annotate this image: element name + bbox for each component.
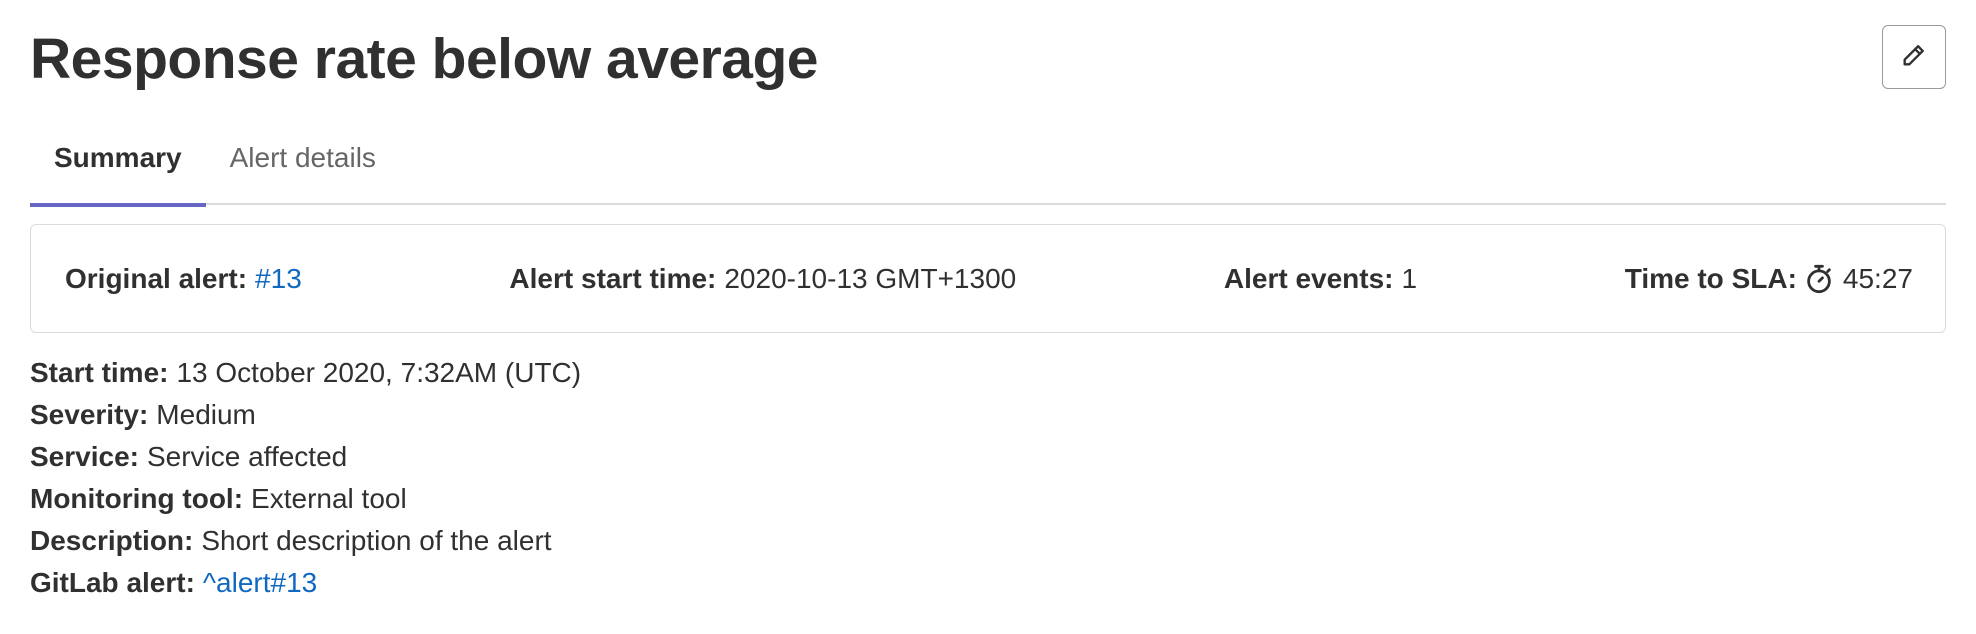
original-alert-link[interactable]: #13 [255, 263, 302, 295]
gitlab-alert-link[interactable]: ^alert#13 [203, 567, 317, 598]
detail-row-monitoring-tool: Monitoring tool: External tool [30, 478, 581, 520]
detail-value: External tool [251, 483, 407, 514]
alert-summary-bar: Original alert: #13 Alert start time: 20… [30, 224, 1946, 333]
detail-label: Severity: [30, 399, 149, 430]
tab-summary[interactable]: Summary [30, 128, 206, 207]
alert-start-time-item: Alert start time: 2020-10-13 GMT+1300 [509, 263, 1016, 295]
detail-label: Monitoring tool: [30, 483, 244, 514]
detail-row-severity: Severity: Medium [30, 394, 581, 436]
alert-start-time-label: Alert start time: [509, 262, 717, 294]
tab-alert-details[interactable]: Alert details [206, 128, 400, 205]
alert-events-item: Alert events: 1 [1224, 263, 1417, 295]
detail-label: Start time: [30, 357, 169, 388]
incident-page: Response rate below average Summary Aler… [0, 0, 1976, 634]
detail-label: Description: [30, 525, 194, 556]
time-to-sla-item: Time to SLA: 45:27 [1625, 263, 1913, 295]
detail-row-service: Service: Service affected [30, 436, 581, 478]
timer-icon [1805, 264, 1833, 294]
detail-row-description: Description: Short description of the ale… [30, 520, 581, 562]
detail-value: Medium [156, 399, 256, 430]
original-alert-label: Original alert: [65, 262, 248, 294]
time-to-sla-label: Time to SLA: [1624, 262, 1797, 294]
alert-events-label: Alert events: [1223, 262, 1394, 294]
detail-label: GitLab alert: [30, 567, 195, 598]
pencil-icon [1900, 41, 1928, 74]
page-title: Response rate below average [30, 27, 819, 91]
alert-details-list: Start time: 13 October 2020, 7:32AM (UTC)… [30, 352, 581, 604]
alert-events-value: 1 [1401, 262, 1418, 294]
detail-value: 13 October 2020, 7:32AM (UTC) [176, 357, 582, 388]
alert-start-time-value: 2020-10-13 GMT+1300 [724, 262, 1017, 294]
detail-value: Short description of the alert [201, 525, 552, 556]
detail-label: Service: [30, 441, 139, 472]
tab-bar: Summary Alert details [30, 128, 1946, 207]
detail-value: Service affected [146, 441, 348, 472]
detail-row-gitlab-alert: GitLab alert: ^alert#13 [30, 562, 581, 604]
detail-row-start-time: Start time: 13 October 2020, 7:32AM (UTC) [30, 352, 581, 394]
edit-title-button[interactable] [1882, 25, 1946, 89]
original-alert-item: Original alert: #13 [65, 263, 302, 295]
time-to-sla-value: 45:27 [1842, 262, 1913, 294]
